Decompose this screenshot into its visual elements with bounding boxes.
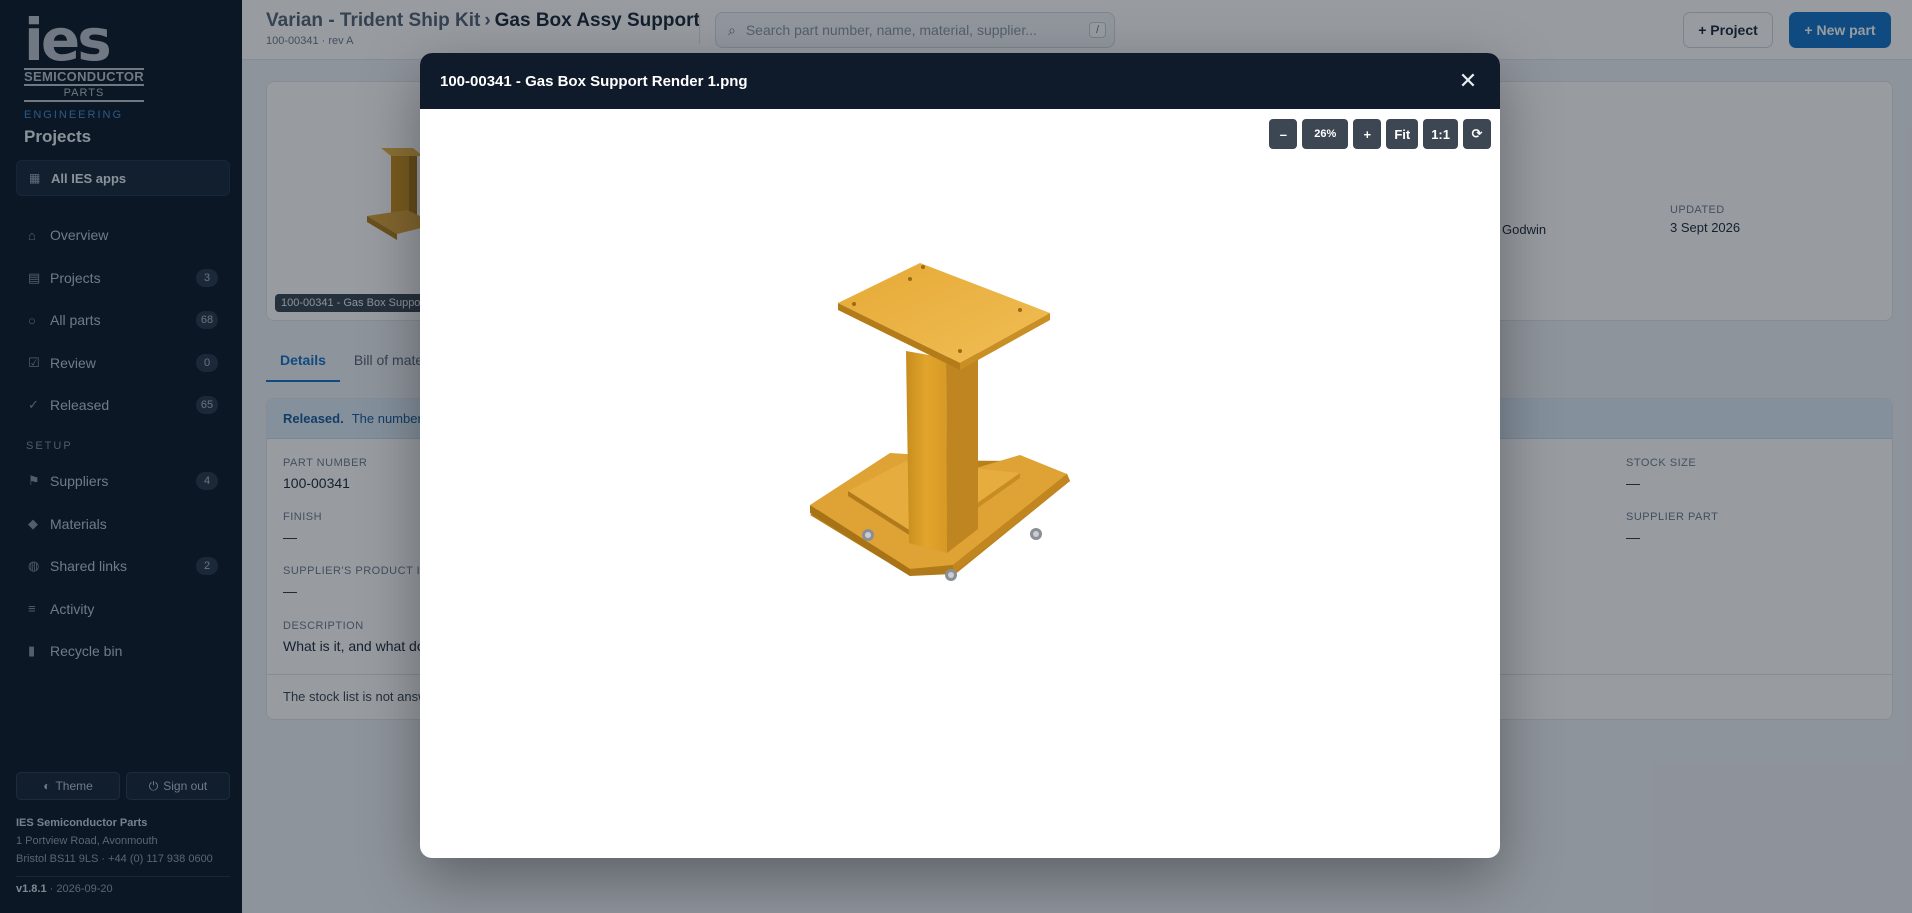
reset-rotate-icon[interactable]: ⟳ — [1463, 119, 1491, 149]
modal-header: 100-00341 - Gas Box Support Render 1.png… — [420, 53, 1500, 109]
zoom-in-button[interactable]: + — [1353, 119, 1382, 149]
zoom-out-button[interactable]: – — [1269, 119, 1298, 149]
fit-button[interactable]: Fit — [1386, 119, 1419, 149]
modal-title: 100-00341 - Gas Box Support Render 1.png — [440, 72, 748, 90]
close-icon[interactable]: ✕ — [1456, 69, 1480, 93]
part-render-image[interactable] — [810, 253, 1110, 583]
image-viewer-modal: 100-00341 - Gas Box Support Render 1.png… — [420, 53, 1500, 858]
zoom-level: 26% — [1302, 119, 1349, 149]
zoom-toolbar: – 26% + Fit 1:1 ⟳ — [1269, 119, 1491, 149]
actual-size-button[interactable]: 1:1 — [1423, 119, 1458, 149]
